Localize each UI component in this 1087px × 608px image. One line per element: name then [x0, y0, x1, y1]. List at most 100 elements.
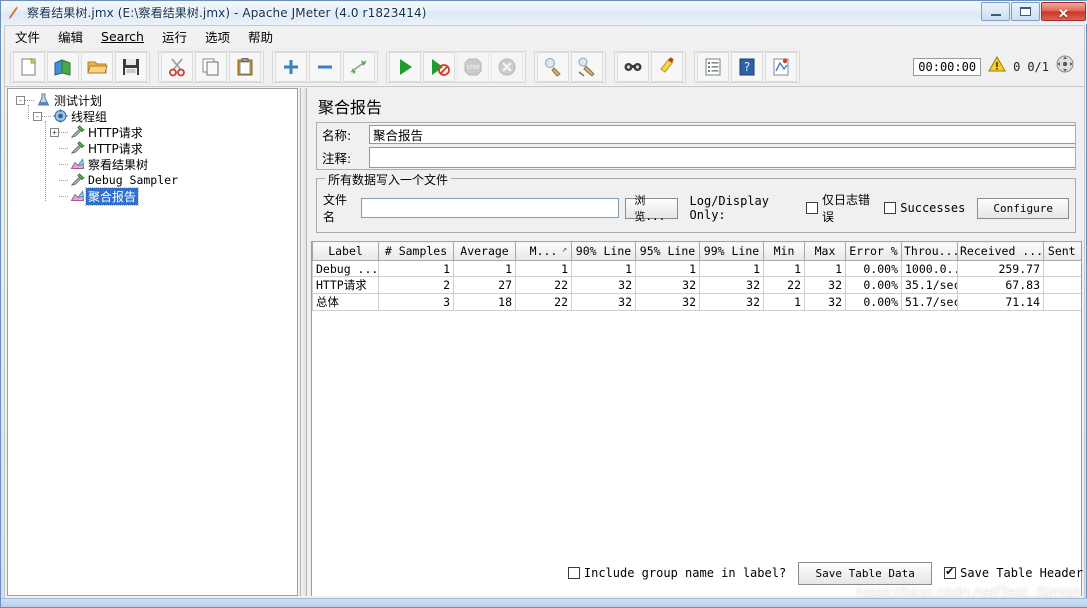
table-row[interactable]: 总体318223232321320.00%51.7/sec71.146.03: [312, 293, 1081, 311]
cell-median-0: 1: [515, 260, 572, 277]
errors-only-checkbox[interactable]: 仅日志错误: [805, 191, 874, 225]
cell-line95-1: 32: [635, 276, 700, 294]
column-header-min[interactable]: Min: [763, 241, 805, 261]
search-icon[interactable]: [617, 51, 649, 82]
split-divider[interactable]: [300, 88, 307, 596]
tree-toggle-http-request-1[interactable]: +: [50, 127, 59, 137]
reset-search-icon[interactable]: [651, 51, 683, 82]
tree-node-http-request-2[interactable]: HTTP请求: [8, 140, 297, 156]
close-button[interactable]: ✕: [1041, 2, 1086, 21]
comment-row: 注释:: [317, 145, 1075, 169]
column-header-through[interactable]: Throu...: [901, 241, 958, 261]
test-plan-tree[interactable]: - 测试计划 - 线程组 + HTTP请求 HTTP请求 察看结果树 Debug…: [7, 88, 298, 596]
undo-icon[interactable]: [765, 51, 797, 82]
tree-node-debug-sampler[interactable]: Debug Sampler: [8, 172, 297, 188]
main-content: - 测试计划 - 线程组 + HTTP请求 HTTP请求 察看结果树 Debug…: [4, 87, 1085, 600]
cell-line90-1: 32: [571, 276, 636, 294]
table-row[interactable]: Debug ...111111110.00%1000.0...259.770.0…: [312, 260, 1081, 277]
menu-help[interactable]: 帮助: [248, 27, 273, 46]
toolbar-group-help: ?: [694, 50, 800, 83]
toolbar-group-search: [614, 50, 686, 83]
table-row[interactable]: HTTP请求2272232323222320.00%35.1/sec67.836…: [312, 276, 1081, 294]
browse-button[interactable]: 浏览...: [625, 194, 678, 223]
tree-node-http-request-1[interactable]: + HTTP请求: [8, 124, 297, 140]
save-table-header-checkbox[interactable]: Save Table Header: [944, 565, 1083, 580]
tree-label-test-plan: 测试计划: [54, 93, 103, 108]
toolbar-group-clear: [534, 50, 606, 83]
menu-help-label: 帮助: [248, 30, 274, 45]
name-input[interactable]: 聚合报告: [369, 124, 1075, 144]
cell-median-2: 22: [515, 293, 572, 311]
include-group-name-checkbox[interactable]: Include group name in label?: [567, 566, 787, 580]
comment-input[interactable]: [369, 146, 1075, 168]
column-header-line90[interactable]: 90% Line: [571, 241, 636, 261]
restore-button[interactable]: [1011, 2, 1040, 21]
collapse-all-icon[interactable]: [309, 51, 341, 82]
save-table-data-button[interactable]: Save Table Data: [798, 561, 933, 585]
include-group-name-label: Include group name in label?: [583, 566, 787, 580]
function-helper-icon[interactable]: [697, 51, 729, 82]
new-icon[interactable]: [13, 51, 45, 82]
column-header-average[interactable]: Average: [453, 241, 516, 261]
clear-all-icon[interactable]: [571, 51, 603, 82]
column-header-median[interactable]: M... ↗: [515, 241, 572, 261]
save-icon[interactable]: [115, 51, 147, 82]
filename-label: 文件名: [323, 193, 348, 224]
configure-button[interactable]: Configure: [977, 197, 1069, 219]
column-header-label-received: Received ...: [960, 244, 1044, 258]
cut-icon[interactable]: [161, 51, 193, 82]
paste-icon[interactable]: [229, 51, 261, 82]
column-header-label[interactable]: Label: [312, 241, 379, 261]
tree-node-view-results-tree[interactable]: 察看结果树: [8, 156, 297, 172]
name-row: 名称: 聚合报告: [317, 123, 1075, 145]
save-table-header-label: Save Table Header: [960, 566, 1083, 580]
column-header-sent[interactable]: Sent KB/sec: [1043, 241, 1081, 261]
tree-toggle-thread-group[interactable]: -: [33, 111, 42, 121]
menu-edit[interactable]: 编辑: [58, 27, 83, 46]
menu-search[interactable]: Search: [101, 29, 144, 44]
cell-line95-0: 1: [635, 260, 700, 277]
include-group-name-checkbox-box: [567, 567, 580, 579]
cell-line90-2: 32: [571, 293, 636, 311]
warning-triangle-icon[interactable]: [988, 55, 1006, 77]
remote-engines-icon[interactable]: [1056, 55, 1074, 78]
filename-input[interactable]: [361, 198, 620, 218]
toolbar-status-area: 00:00:00 0 0/1: [913, 55, 1084, 78]
shutdown-icon[interactable]: [491, 51, 523, 82]
menu-file[interactable]: 文件: [15, 27, 40, 46]
tree-node-test-plan[interactable]: - 测试计划: [8, 92, 297, 108]
save-table-data-label: Save Table Data: [815, 566, 915, 580]
menu-options[interactable]: 选项: [205, 27, 230, 46]
successes-checkbox-box: [884, 202, 897, 214]
help-icon[interactable]: ?: [731, 51, 763, 82]
column-header-samples[interactable]: # Samples: [378, 241, 454, 261]
toggle-icon[interactable]: [343, 51, 375, 82]
tree-node-aggregate-report[interactable]: 聚合报告: [8, 186, 297, 206]
expand-all-icon[interactable]: [275, 51, 307, 82]
start-no-pauses-icon[interactable]: [423, 51, 455, 82]
clear-icon[interactable]: [537, 51, 569, 82]
successes-label: Successes: [900, 201, 966, 215]
column-header-error[interactable]: Error %: [845, 241, 902, 261]
tree-node-thread-group[interactable]: - 线程组: [8, 108, 297, 124]
column-header-line95[interactable]: 95% Line: [635, 241, 700, 261]
window-title: 察看结果树.jmx (E:\察看结果树.jmx) - Apache JMeter…: [27, 6, 427, 20]
column-header-max[interactable]: Max: [804, 241, 846, 261]
column-header-label-min: Min: [773, 244, 795, 258]
minimize-button[interactable]: [981, 2, 1010, 21]
column-header-label-error: Error %: [849, 244, 898, 258]
http-sampler-icon: [69, 125, 86, 140]
column-header-label-line99: 99% Line: [703, 244, 760, 258]
column-header-received[interactable]: Received ...: [957, 241, 1044, 261]
copy-icon[interactable]: [195, 51, 227, 82]
menu-run[interactable]: 运行: [162, 27, 187, 46]
column-header-line99[interactable]: 99% Line: [699, 241, 764, 261]
successes-checkbox[interactable]: Successes: [884, 201, 965, 215]
start-icon[interactable]: [389, 51, 421, 82]
templates-icon[interactable]: [47, 51, 79, 82]
open-icon[interactable]: [81, 51, 113, 82]
stop-icon[interactable]: STOP: [457, 51, 489, 82]
cell-max-2: 32: [804, 293, 846, 311]
tree-toggle-test-plan[interactable]: -: [16, 95, 25, 105]
aggregate-table-container[interactable]: Label # Samples Average M... ↗ 90% Line 95% Li…: [311, 241, 1082, 596]
